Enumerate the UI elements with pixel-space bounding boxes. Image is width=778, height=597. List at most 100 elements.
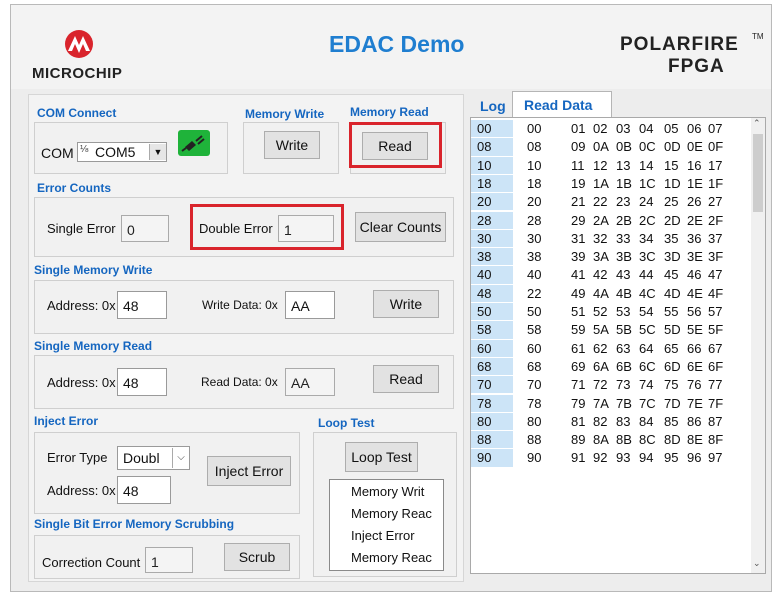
- grid-cell[interactable]: 73: [616, 377, 630, 392]
- grid-cell[interactable]: 21: [571, 194, 585, 209]
- grid-cell[interactable]: 03: [616, 121, 630, 136]
- inject-address-input[interactable]: 48: [117, 476, 171, 504]
- grid-cell[interactable]: 1F: [708, 176, 723, 191]
- grid-cell[interactable]: 12: [593, 158, 607, 173]
- grid-cell[interactable]: 36: [687, 231, 701, 246]
- grid-cell[interactable]: 6B: [616, 359, 632, 374]
- grid-cell[interactable]: 80: [527, 414, 541, 429]
- memory-write-button[interactable]: Write: [264, 131, 320, 159]
- grid-cell[interactable]: 52: [593, 304, 607, 319]
- grid-cell[interactable]: 19: [571, 176, 585, 191]
- grid-cell[interactable]: 5C: [639, 322, 656, 337]
- grid-cell[interactable]: 07: [708, 121, 722, 136]
- grid-cell[interactable]: 7F: [708, 396, 723, 411]
- grid-cell[interactable]: 68: [527, 359, 541, 374]
- grid-cell[interactable]: 8B: [616, 432, 632, 447]
- grid-cell[interactable]: 30: [527, 231, 541, 246]
- grid-cell[interactable]: 2B: [616, 213, 632, 228]
- grid-cell[interactable]: 28: [527, 213, 541, 228]
- grid-cell[interactable]: 2E: [687, 213, 703, 228]
- grid-cell[interactable]: 0F: [708, 139, 723, 154]
- grid-cell[interactable]: 67: [708, 341, 722, 356]
- grid-cell[interactable]: 17: [708, 158, 722, 173]
- grid-cell[interactable]: 26: [687, 194, 701, 209]
- grid-cell[interactable]: 97: [708, 450, 722, 465]
- grid-cell[interactable]: 33: [616, 231, 630, 246]
- grid-cell[interactable]: 5D: [664, 322, 681, 337]
- grid-cell[interactable]: 7E: [687, 396, 703, 411]
- chevron-down-icon[interactable]: ⌵: [172, 448, 189, 468]
- grid-cell[interactable]: 74: [639, 377, 653, 392]
- grid-cell[interactable]: 6C: [639, 359, 656, 374]
- grid-cell[interactable]: 43: [616, 267, 630, 282]
- grid-cell[interactable]: 41: [571, 267, 585, 282]
- grid-cell[interactable]: 20: [527, 194, 541, 209]
- grid-cell[interactable]: 86: [687, 414, 701, 429]
- grid-cell[interactable]: 81: [571, 414, 585, 429]
- grid-cell[interactable]: 5F: [708, 322, 723, 337]
- grid-cell[interactable]: 04: [639, 121, 653, 136]
- read-address-input[interactable]: 48: [117, 368, 167, 396]
- grid-cell[interactable]: 0D: [664, 139, 681, 154]
- grid-cell[interactable]: 3D: [664, 249, 681, 264]
- grid-cell[interactable]: 4D: [664, 286, 681, 301]
- grid-cell[interactable]: 1A: [593, 176, 609, 191]
- grid-cell[interactable]: 11: [571, 158, 585, 173]
- grid-cell[interactable]: 46: [687, 267, 701, 282]
- grid-cell[interactable]: 6D: [664, 359, 681, 374]
- grid-cell[interactable]: 4F: [708, 286, 723, 301]
- grid-cell[interactable]: 6F: [708, 359, 723, 374]
- grid-cell[interactable]: 37: [708, 231, 722, 246]
- grid-cell[interactable]: 94: [639, 450, 653, 465]
- grid-cell[interactable]: 93: [616, 450, 630, 465]
- grid-cell[interactable]: 5A: [593, 322, 609, 337]
- grid-cell[interactable]: 8A: [593, 432, 609, 447]
- write-address-input[interactable]: 48: [117, 291, 167, 319]
- grid-cell[interactable]: 27: [708, 194, 722, 209]
- grid-cell[interactable]: 85: [664, 414, 678, 429]
- connect-button[interactable]: [178, 130, 210, 156]
- tab-log[interactable]: Log: [480, 98, 506, 114]
- grid-cell[interactable]: 8E: [687, 432, 703, 447]
- grid-cell[interactable]: 76: [687, 377, 701, 392]
- grid-cell[interactable]: 0E: [687, 139, 703, 154]
- grid-cell[interactable]: 09: [571, 139, 585, 154]
- grid-cell[interactable]: 00: [527, 121, 541, 136]
- list-item[interactable]: Memory Writ: [351, 484, 443, 499]
- write-data-input[interactable]: AA: [285, 291, 335, 319]
- grid-cell[interactable]: 15: [664, 158, 678, 173]
- grid-cell[interactable]: 61: [571, 341, 585, 356]
- grid-cell[interactable]: 1E: [687, 176, 703, 191]
- grid-cell[interactable]: 7A: [593, 396, 609, 411]
- grid-cell[interactable]: 4A: [593, 286, 609, 301]
- inject-error-button[interactable]: Inject Error: [207, 456, 291, 486]
- grid-cell[interactable]: 66: [687, 341, 701, 356]
- grid-cell[interactable]: 4E: [687, 286, 703, 301]
- single-write-button[interactable]: Write: [373, 290, 439, 318]
- grid-cell[interactable]: 08: [527, 139, 541, 154]
- grid-cell[interactable]: 16: [687, 158, 701, 173]
- list-item[interactable]: Inject Error: [351, 528, 443, 543]
- grid-cell[interactable]: 90: [527, 450, 541, 465]
- grid-cell[interactable]: 23: [616, 194, 630, 209]
- loop-steps-list[interactable]: Memory Writ Memory Reac Inject Error Mem…: [329, 479, 444, 571]
- grid-cell[interactable]: 7D: [664, 396, 681, 411]
- scroll-up-icon[interactable]: ⌃: [753, 118, 761, 129]
- grid-cell[interactable]: 13: [616, 158, 630, 173]
- grid-cell[interactable]: 35: [664, 231, 678, 246]
- grid-cell[interactable]: 40: [527, 267, 541, 282]
- grid-cell[interactable]: 1D: [664, 176, 681, 191]
- grid-cell[interactable]: 2F: [708, 213, 723, 228]
- grid-cell[interactable]: 6E: [687, 359, 703, 374]
- grid-cell[interactable]: 79: [571, 396, 585, 411]
- grid-cell[interactable]: 57: [708, 304, 722, 319]
- grid-cell[interactable]: 2A: [593, 213, 609, 228]
- grid-scrollbar[interactable]: ⌃ ⌄: [751, 118, 765, 573]
- grid-cell[interactable]: 95: [664, 450, 678, 465]
- chevron-down-icon[interactable]: ▼: [149, 144, 166, 160]
- grid-cell[interactable]: 39: [571, 249, 585, 264]
- grid-cell[interactable]: 7C: [639, 396, 656, 411]
- grid-cell[interactable]: 4C: [639, 286, 656, 301]
- grid-cell[interactable]: 14: [639, 158, 653, 173]
- grid-cell[interactable]: 18: [527, 176, 541, 191]
